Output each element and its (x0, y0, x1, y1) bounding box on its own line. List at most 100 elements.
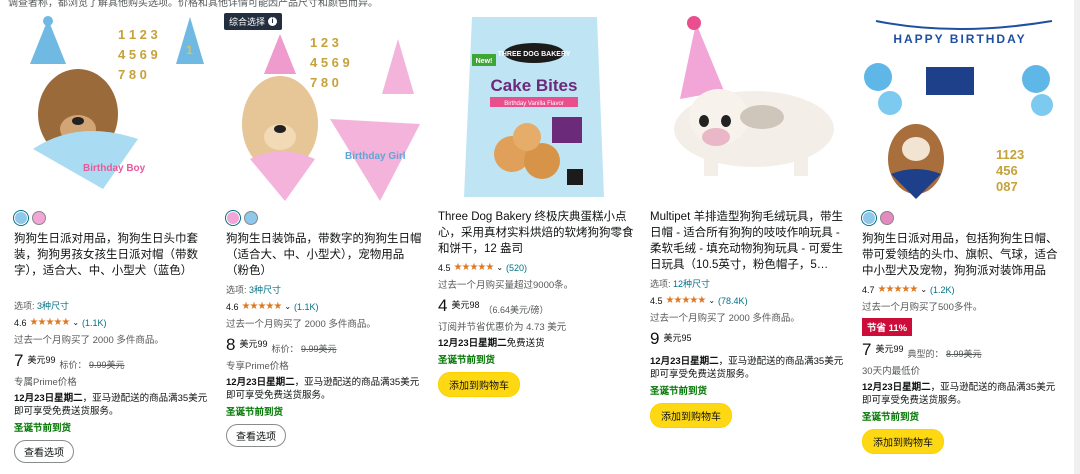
product-card[interactable]: 综合选择i Birthday Girl 1 2 3 4 5 6 9 7 8 0 (220, 9, 424, 474)
swatch-pink[interactable] (880, 211, 894, 225)
list-label: 标价： (271, 344, 299, 354)
rating-value: 4.5 (650, 295, 663, 306)
delivery-info: 12月23日星期二免费送货 (438, 337, 634, 350)
star-rating-icon[interactable]: ★★★★★ (666, 295, 707, 306)
badge-label: 综合选择 (229, 17, 266, 27)
options-value[interactable]: 3种尺寸 (249, 285, 281, 295)
product-title[interactable]: Three Dog Bakery 终极庆典蛋糕小点心，采用真材实料烘焙的软烤狗狗… (438, 209, 634, 257)
options-line: 选项: 3种尺寸 (226, 283, 422, 296)
cake-bites-bag-image: THREE DOG BAKERY New! Cake Bites Birthda… (432, 9, 636, 204)
bought-count: 过去一个月购买了 2000 多件商品。 (14, 335, 164, 346)
delivery-date: 12月23日星期二 (226, 377, 295, 388)
product-title[interactable]: Multipet 羊排造型狗狗毛绒玩具，带生日帽 - 适合所有狗狗的吱吱作响玩具… (650, 209, 846, 273)
dog-bandana-image: Birthday Boy 1 1 2 3 4 5 6 9 7 8 0 1 (8, 9, 212, 204)
product-image[interactable]: THREE DOG BAKERY New! Cake Bites Birthda… (432, 9, 636, 204)
delivery-info: 12月23日星期二，亚马逊配送的商品满35美元即可享受免费送货服务。 (862, 381, 1058, 407)
price-row[interactable]: 7 美元99 典型的： 8.99美元 (862, 341, 1058, 360)
review-count[interactable]: (1.2K) (930, 285, 955, 295)
delivery-date: 12月23日星期二 (862, 382, 931, 393)
swatch-pink[interactable] (226, 211, 240, 225)
price-whole: 7 (862, 340, 872, 359)
add-to-cart-button[interactable]: 添加到购物车 (862, 429, 944, 454)
star-rating-icon[interactable]: ★★★★★ (454, 262, 495, 273)
chevron-down-icon[interactable]: ⌄ (920, 285, 927, 294)
info-icon[interactable]: i (268, 17, 278, 26)
chevron-down-icon[interactable]: ⌄ (72, 318, 79, 327)
options-value[interactable]: 3种尺寸 (37, 301, 69, 311)
swatch-blue[interactable] (244, 211, 258, 225)
svg-text:1123: 1123 (996, 147, 1024, 162)
add-to-cart-button[interactable]: 添加到购物车 (438, 372, 520, 397)
product-image[interactable] (644, 9, 848, 204)
price-whole: 9 (650, 329, 660, 348)
review-count[interactable]: (520) (506, 263, 527, 273)
product-card[interactable]: THREE DOG BAKERY New! Cake Bites Birthda… (432, 9, 636, 474)
price-fraction: 美元99 (875, 344, 904, 354)
svg-text:4 5 6 9: 4 5 6 9 (118, 47, 158, 62)
price-row[interactable]: 9 美元95 (650, 330, 846, 347)
price-row[interactable]: 7 美元99 标价： 9.99美元 (14, 352, 210, 371)
price-fraction: 美元99 (239, 339, 268, 349)
lamb-chop-toy-image (644, 9, 848, 204)
list-price: 9.99美元 (301, 344, 337, 354)
options-value[interactable]: 12种尺寸 (673, 279, 710, 289)
list-label: 典型的： (907, 349, 944, 359)
swatch-blue[interactable] (862, 211, 876, 225)
christmas-delivery: 圣诞节前到货 (14, 423, 72, 434)
rating-row[interactable]: 4.5 ★★★★★ ⌄ (78.4K) (650, 295, 846, 306)
review-count[interactable]: (1.1K) (294, 302, 319, 312)
star-rating-icon[interactable]: ★★★★★ (30, 317, 71, 328)
delivery-info: 12月23日星期二，亚马逊配送的商品满35美元即可享受免费送货服务。 (650, 355, 846, 381)
christmas-delivery: 圣诞节前到货 (862, 412, 920, 423)
rating-value: 4.6 (14, 317, 27, 328)
product-title[interactable]: 狗狗生日派对用品，包括狗狗生日帽、带可爱领结的头巾、旗帜、气球，适合中小型犬及宠… (862, 231, 1058, 279)
bought-count: 过去一个月购买量超过9000条。 (438, 280, 574, 291)
rating-row[interactable]: 4.5 ★★★★★ ⌄ (520) (438, 262, 634, 273)
svg-text:Cake Bites: Cake Bites (491, 76, 578, 95)
see-options-button[interactable]: 查看选项 (14, 440, 74, 463)
lowest-price-note: 30天内最低价 (862, 366, 921, 377)
options-line: 选项: 3种尺寸 (14, 299, 210, 312)
product-title[interactable]: 狗狗生日派对用品，狗狗生日头巾套装，狗狗男孩女孩生日派对帽（带数字），适合大、中… (14, 231, 210, 295)
chevron-down-icon[interactable]: ⌄ (708, 296, 715, 305)
options-label: 选项: (226, 285, 247, 295)
product-card[interactable]: Multipet 羊排造型狗狗毛绒玩具，带生日帽 - 适合所有狗狗的吱吱作响玩具… (644, 9, 848, 474)
swatch-pink[interactable] (32, 211, 46, 225)
deal-badge: 节省 11% (862, 318, 913, 336)
svg-text:New!: New! (476, 58, 493, 65)
scrollbar[interactable] (1074, 0, 1080, 474)
color-swatches (862, 211, 1058, 225)
see-options-button[interactable]: 查看选项 (226, 424, 286, 447)
product-card[interactable]: HAPPY BIRTHDAY 1123 456 087 狗狗生日派对用品，包括狗… (856, 9, 1060, 474)
svg-text:7 8 0: 7 8 0 (118, 67, 147, 82)
delivery-date: 12月23日星期二 (650, 356, 719, 367)
rating-row[interactable]: 4.6 ★★★★★ ⌄ (1.1K) (226, 301, 422, 312)
product-image[interactable]: 综合选择 i Birthday Girl 1 2 3 4 5 6 9 7 8 0 (220, 9, 424, 204)
product-card[interactable]: Birthday Boy 1 1 2 3 4 5 6 9 7 8 0 1 狗狗生… (8, 9, 212, 474)
price-whole: 8 (226, 335, 236, 354)
review-count[interactable]: (1.1K) (82, 318, 107, 328)
color-swatches (14, 211, 210, 225)
product-image[interactable]: HAPPY BIRTHDAY 1123 456 087 (856, 9, 1060, 204)
star-rating-icon[interactable]: ★★★★★ (878, 284, 919, 295)
rating-row[interactable]: 4.7 ★★★★★ ⌄ (1.2K) (862, 284, 1058, 295)
christmas-delivery: 圣诞节前到货 (438, 355, 496, 366)
chevron-down-icon[interactable]: ⌄ (284, 302, 291, 311)
product-image[interactable]: Birthday Boy 1 1 2 3 4 5 6 9 7 8 0 1 (8, 9, 212, 204)
swatch-blue[interactable] (14, 211, 28, 225)
price-row[interactable]: 4 美元98 （6.64美元/磅） (438, 297, 634, 316)
review-count[interactable]: (78.4K) (718, 296, 748, 306)
product-title[interactable]: 狗狗生日装饰品，带数字的狗狗生日帽（适合大、中、小型犬），宠物用品（粉色） (226, 231, 422, 279)
svg-text:087: 087 (996, 179, 1018, 194)
star-rating-icon[interactable]: ★★★★★ (242, 301, 283, 312)
birthday-banner-set-image: HAPPY BIRTHDAY 1123 456 087 (856, 9, 1060, 204)
svg-text:456: 456 (996, 163, 1018, 178)
svg-text:7 8 0: 7 8 0 (310, 75, 339, 90)
rating-row[interactable]: 4.6 ★★★★★ ⌄ (1.1K) (14, 317, 210, 328)
list-label: 标价： (59, 360, 87, 370)
product-grid: Birthday Boy 1 1 2 3 4 5 6 9 7 8 0 1 狗狗生… (8, 9, 1080, 474)
add-to-cart-button[interactable]: 添加到购物车 (650, 403, 732, 428)
chevron-down-icon[interactable]: ⌄ (496, 263, 503, 272)
subscribe-save: 订阅并节省优惠价为 4.73 美元 (438, 322, 567, 333)
price-row[interactable]: 8 美元99 标价： 9.99美元 (226, 336, 422, 355)
